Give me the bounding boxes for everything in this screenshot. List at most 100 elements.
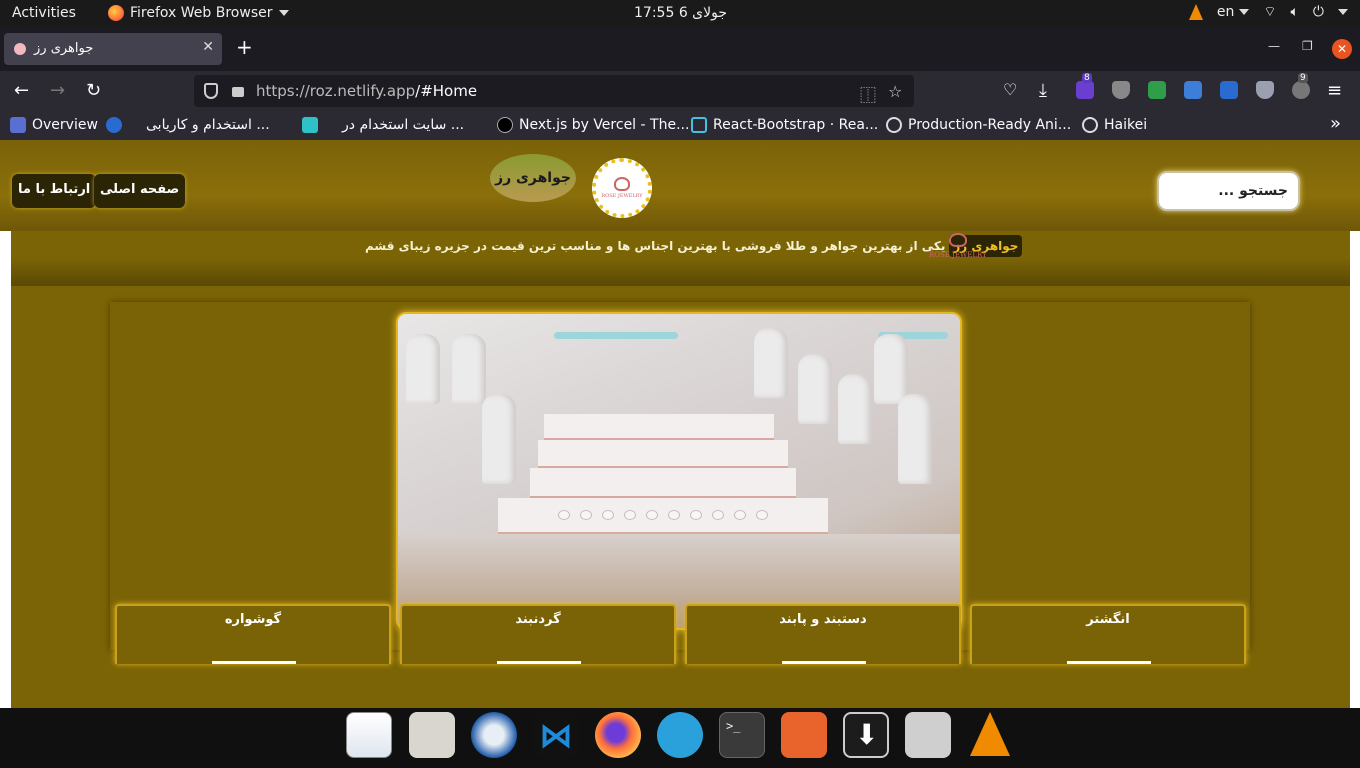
minimize-icon[interactable]: — — [1268, 39, 1280, 53]
bookmark-star-icon[interactable]: ☆ — [888, 82, 902, 101]
extension-blue-icon[interactable] — [1184, 81, 1202, 99]
close-tab-icon[interactable]: ✕ — [202, 39, 214, 55]
downloads-app-icon[interactable]: ⬇ — [843, 712, 889, 758]
category-title: گردنبند — [515, 612, 561, 627]
clock[interactable]: جولای 6 17:55 — [634, 5, 727, 21]
language-selector[interactable]: en — [1217, 4, 1250, 20]
bookmark-label: استخدام و کاریابی ... — [146, 117, 270, 133]
extension-shield-gray-icon[interactable] — [1256, 81, 1274, 99]
thunderbird-app-icon[interactable] — [471, 712, 517, 758]
category-card[interactable]: دستبند و پابند — [685, 604, 961, 664]
pocket-icon[interactable]: ♡ — [1003, 80, 1017, 99]
ring — [756, 510, 768, 520]
react-bootstrap-icon — [691, 117, 707, 133]
tab-active[interactable]: جواهری رز ✕ — [4, 33, 222, 65]
bookmark-item[interactable]: استخدام و کاریابی ... — [106, 117, 270, 133]
display-shelf — [544, 414, 774, 440]
chevron-down-icon[interactable] — [1338, 9, 1348, 15]
tracking-protection-icon[interactable] — [204, 83, 218, 99]
category-underline — [212, 661, 296, 664]
brand-name[interactable]: جواهری رز — [490, 154, 576, 202]
necklace-bust — [452, 334, 486, 404]
back-button[interactable]: ← — [14, 80, 29, 101]
bookmark-item[interactable]: Production-Ready Ani... — [886, 117, 1071, 133]
category-underline — [497, 661, 581, 664]
url-bar[interactable]: https://roz.netlify.app/#Home ⿰ ☆ — [194, 75, 914, 107]
ring — [646, 510, 658, 520]
restore-icon[interactable]: ❐ — [1302, 39, 1313, 53]
bookmark-favicon-icon — [106, 117, 122, 133]
files-app-icon[interactable] — [409, 712, 455, 758]
activities-button[interactable]: Activities — [12, 5, 76, 21]
nextjs-icon — [497, 117, 513, 133]
forward-button[interactable]: → — [50, 80, 65, 101]
bookmark-item[interactable]: React-Bootstrap · Rea... — [691, 117, 878, 133]
extension-shield-icon[interactable] — [1112, 81, 1130, 99]
tab-strip: جواهری رز ✕ + — ❐ ✕ — [0, 27, 1360, 71]
volume-icon[interactable]: 🔈︎ — [1291, 4, 1299, 20]
system-tray[interactable]: en ⌔ 🔈︎ ⏻ — [1188, 3, 1348, 21]
chevron-down-icon — [278, 10, 289, 16]
bookmark-favicon-icon — [10, 117, 26, 133]
bookmark-favicon-icon — [302, 117, 318, 133]
web-page: ارتباط با ما صفحه اصلی جواهری رز ROSE JE… — [0, 140, 1360, 708]
bookmark-item[interactable]: Haikei — [1082, 117, 1147, 133]
dock: ⋈ >_ ⬇ — [0, 708, 1360, 768]
globe-icon — [886, 117, 902, 133]
extension-badge: 8 — [1082, 73, 1092, 83]
necklace-bust — [898, 394, 932, 484]
app-menu-label: Firefox Web Browser — [130, 5, 273, 21]
translate-extension-icon[interactable] — [1220, 81, 1238, 99]
downloads-icon[interactable]: ⤓ — [1039, 80, 1047, 101]
rose-logo-icon — [948, 233, 967, 247]
ring — [690, 510, 702, 520]
bookmark-item[interactable]: Overview — [10, 117, 98, 133]
terminal-app-icon[interactable]: >_ — [719, 712, 765, 758]
bookmark-label: Overview — [32, 117, 98, 133]
brand-label: جواهری رز — [495, 170, 571, 186]
extension-purple-icon[interactable]: 8 — [1076, 73, 1094, 99]
bookmark-item[interactable]: سایت استخدام در ... — [302, 117, 464, 133]
firefox-app-icon[interactable] — [595, 712, 641, 758]
category-card[interactable]: گوشواره — [115, 604, 391, 664]
ring — [558, 510, 570, 520]
contact-button[interactable]: ارتباط با ما — [12, 174, 97, 208]
firefox-icon — [108, 5, 124, 21]
bookmark-item[interactable]: Next.js by Vercel - The... — [497, 117, 689, 133]
window-close-button[interactable]: ✕ — [1332, 39, 1352, 59]
extension-green-icon[interactable] — [1148, 81, 1166, 99]
chevron-right-icon[interactable]: » — [1330, 113, 1341, 134]
menu-icon[interactable]: ≡ — [1327, 80, 1342, 101]
new-tab-button[interactable]: + — [236, 35, 253, 59]
software-center-app-icon[interactable] — [781, 712, 827, 758]
lock-icon[interactable] — [232, 87, 244, 97]
ring — [668, 510, 680, 520]
site-logo[interactable]: ROSE JEWELRY — [592, 158, 652, 218]
necklace-bust — [798, 354, 832, 424]
category-card[interactable]: انگشتر — [970, 604, 1246, 664]
url-host: https://roz.netlify.app — [256, 82, 416, 100]
telegram-app-icon[interactable] — [657, 712, 703, 758]
extension-gear-icon[interactable]: 9 — [1292, 73, 1310, 99]
power-icon[interactable]: ⏻ — [1313, 4, 1324, 20]
spreadsheet-app-icon[interactable] — [346, 712, 392, 758]
category-title: گوشواره — [224, 612, 282, 627]
tagline-logo: ROSE JEWELRY — [929, 233, 987, 259]
system-top-bar: Activities Firefox Web Browser جولای 6 1… — [0, 0, 1360, 27]
search-input[interactable] — [1157, 171, 1300, 211]
reload-button[interactable]: ↻ — [86, 80, 101, 101]
vlc-tray-icon[interactable] — [1188, 4, 1203, 20]
vlc-app-icon[interactable] — [967, 712, 1013, 758]
url-text[interactable]: https://roz.netlify.app/#Home — [256, 82, 477, 100]
app-menu[interactable]: Firefox Web Browser — [108, 5, 289, 21]
home-button[interactable]: صفحه اصلی — [94, 174, 186, 208]
category-card[interactable]: گردنبند — [400, 604, 676, 664]
extension-badge: 9 — [1298, 73, 1308, 83]
translate-icon[interactable]: ⿰ — [860, 82, 876, 106]
url-path: /#Home — [415, 82, 478, 100]
language-label: en — [1216, 4, 1235, 20]
tagline: جواهری رز یکی از بهترین جواهر و طلا فروش… — [365, 235, 1023, 257]
network-icon[interactable]: ⌔ — [1263, 3, 1276, 21]
vscode-app-icon[interactable]: ⋈ — [533, 712, 579, 758]
trash-app-icon[interactable] — [905, 712, 951, 758]
